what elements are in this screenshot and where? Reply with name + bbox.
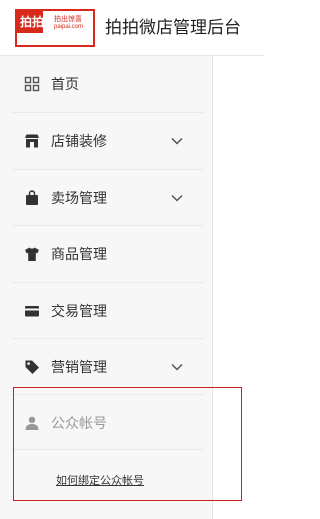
- store-icon: [25, 134, 39, 148]
- credit-card-icon: [25, 306, 39, 317]
- app-header: 拍拍 拍出惊喜 paipai.com 拍拍微店管理后台: [0, 0, 264, 56]
- tshirt-icon: [25, 247, 39, 261]
- chevron-down-icon[interactable]: [170, 361, 184, 373]
- sidebar-item-marketplace[interactable]: 卖场管理: [0, 170, 213, 226]
- sidebar-item-transactions[interactable]: 交易管理: [0, 283, 213, 339]
- sidebar-item-label: 营销管理: [51, 359, 107, 375]
- sidebar-item-label: 商品管理: [51, 246, 107, 262]
- grid-icon: [24, 76, 40, 92]
- tag-icon: [25, 360, 39, 374]
- logo-main-text: 拍拍: [20, 15, 45, 29]
- chevron-down-icon[interactable]: [170, 135, 184, 147]
- shopping-bag-icon: [26, 190, 38, 205]
- paipai-logo[interactable]: 拍拍 拍出惊喜 paipai.com: [15, 9, 95, 47]
- sidebar-item-label: 卖场管理: [51, 190, 107, 206]
- sidebar-item-label: 店铺装修: [51, 133, 107, 149]
- chevron-down-icon[interactable]: [170, 192, 184, 204]
- sidebar-item-label: 交易管理: [51, 303, 107, 319]
- bind-public-account-link[interactable]: 如何绑定公众帐号: [56, 474, 144, 488]
- logo-url: paipai.com: [54, 24, 84, 30]
- sidebar-item-home[interactable]: 首页: [0, 56, 213, 112]
- sidebar-item-products[interactable]: 商品管理: [0, 226, 213, 282]
- sidebar-item-store-decoration[interactable]: 店铺装修: [0, 113, 213, 169]
- app-title: 拍拍微店管理后台: [105, 18, 241, 37]
- sidebar-item-label: 首页: [51, 76, 79, 92]
